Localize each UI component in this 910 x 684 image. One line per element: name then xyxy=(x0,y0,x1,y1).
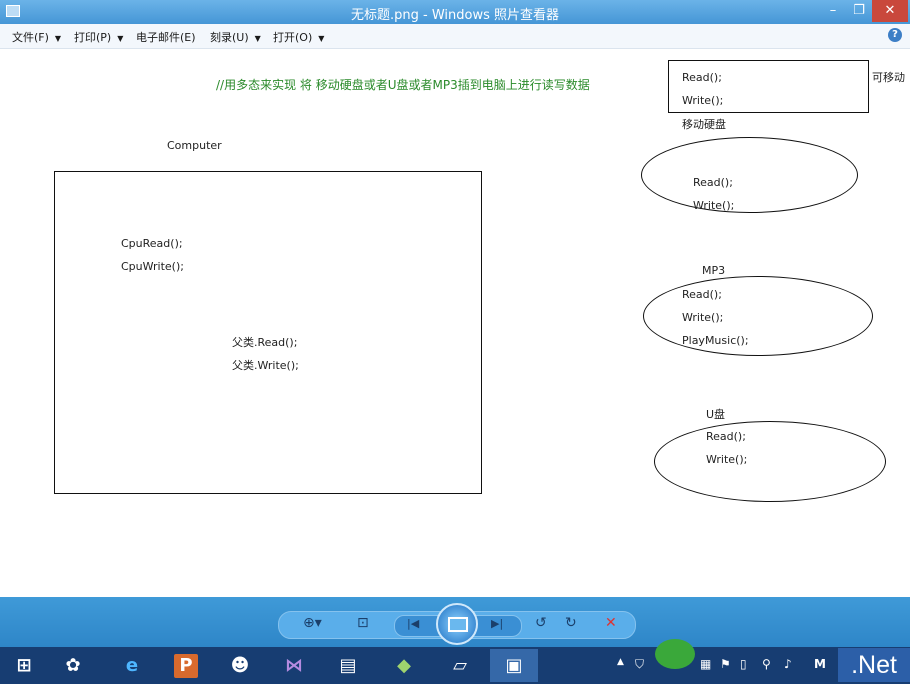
document-app-icon[interactable]: ▤ xyxy=(324,649,372,682)
chevron-down-icon: ▼ xyxy=(54,34,62,43)
menu-burn-label: 刻录(U) xyxy=(210,31,249,44)
menu-email-label: 电子邮件(E) xyxy=(136,31,196,44)
cursor-highlight-icon xyxy=(655,639,695,669)
pinwheel-app-icon[interactable]: ✿ xyxy=(49,649,97,682)
udisk-write-text: Write(); xyxy=(706,453,748,466)
previous-icon[interactable]: |◀ xyxy=(407,617,419,630)
base-write-text: Write(); xyxy=(682,94,724,107)
mp3-play-text: PlayMusic(); xyxy=(682,334,749,347)
menu-file[interactable]: 文件(F) ▼ xyxy=(12,29,61,45)
taskbar: ⊞ ✿ e P ☻ ⋈ ▤ ◆ ▱ ▣ ▲ ⛉ ▦ ⚑ ▯ ⚲ ♪ M .Net xyxy=(0,639,910,684)
udisk-ellipse xyxy=(654,421,886,502)
parent-write-text: 父类.Write(); xyxy=(232,359,299,372)
udisk-label: U盘 xyxy=(706,408,726,421)
menu-email[interactable]: 电子邮件(E) xyxy=(136,29,196,45)
title-bar: 无标题.png - Windows 照片查看器 – ❐ ✕ xyxy=(0,0,910,24)
internet-explorer-icon[interactable]: e xyxy=(108,649,156,682)
start-button[interactable]: ⊞ xyxy=(0,649,48,682)
actual-size-icon[interactable]: ⊡ xyxy=(357,615,369,631)
viewer-control-bar: ⊕▾ ⊡ |◀ ▶| ↺ ↻ ✕ xyxy=(0,597,910,647)
computer-label: Computer xyxy=(167,139,222,152)
chevron-down-icon: ▼ xyxy=(318,34,325,43)
window-title: 无标题.png - Windows 照片查看器 xyxy=(351,8,559,23)
delete-icon[interactable]: ✕ xyxy=(605,615,617,631)
disk-label: 移动硬盘 xyxy=(682,118,726,131)
mp3-ellipse xyxy=(643,276,873,356)
image-canvas: //用多态来实现 将 移动硬盘或者U盘或者MP3插到电脑上进行读写数据 Comp… xyxy=(0,49,910,597)
chevron-down-icon: ▼ xyxy=(117,34,124,43)
shield-icon[interactable]: ⛉ xyxy=(635,657,644,672)
menu-bar: 文件(F) ▼ 打印(P) ▼ 电子邮件(E) 刻录(U) ▼ 打开(O) ▼ ? xyxy=(0,24,910,49)
help-icon[interactable]: ? xyxy=(888,28,902,42)
rotate-clockwise-icon[interactable]: ↻ xyxy=(565,615,577,631)
volume-icon[interactable]: ♪ xyxy=(784,657,792,671)
cpu-read-text: CpuRead(); xyxy=(121,237,183,250)
flag-icon[interactable]: ⚑ xyxy=(720,657,731,671)
files-app-icon[interactable]: ▱ xyxy=(436,649,484,682)
slideshow-button[interactable] xyxy=(436,603,478,645)
slideshow-icon xyxy=(448,617,468,632)
disk-ellipse xyxy=(641,137,858,213)
udisk-read-text: Read(); xyxy=(706,430,746,443)
dotnet-logo: .Net xyxy=(838,648,910,682)
powerpoint-icon-tile: P xyxy=(174,654,198,678)
menu-print[interactable]: 打印(P) ▼ xyxy=(74,29,123,45)
tray-app-icon[interactable]: ▦ xyxy=(700,657,711,671)
disk-write-text: Write(); xyxy=(693,199,735,212)
menu-open-label: 打开(O) xyxy=(273,31,313,44)
parent-read-text: 父类.Read(); xyxy=(232,336,298,349)
menu-file-label: 文件(F) xyxy=(12,31,49,44)
base-class-label: 可移动 xyxy=(872,71,905,84)
mp3-label: MP3 xyxy=(702,264,726,277)
minimize-button[interactable]: – xyxy=(820,0,846,22)
menu-open[interactable]: 打开(O) ▼ xyxy=(273,29,324,45)
zoom-icon[interactable]: ⊕▾ xyxy=(303,615,322,631)
code-comment: //用多态来实现 将 移动硬盘或者U盘或者MP3插到电脑上进行读写数据 xyxy=(216,78,590,92)
cpu-write-text: CpuWrite(); xyxy=(121,260,184,273)
rotate-counterclockwise-icon[interactable]: ↺ xyxy=(535,615,547,631)
mp3-write-text: Write(); xyxy=(682,311,724,324)
power-icon[interactable]: ▯ xyxy=(740,657,747,671)
viewer-controls: ⊕▾ ⊡ |◀ ▶| ↺ ↻ ✕ xyxy=(278,603,636,645)
computer-box xyxy=(54,171,482,494)
powerpoint-icon[interactable]: P xyxy=(162,649,210,682)
users-app-icon[interactable]: ☻ xyxy=(216,649,264,682)
tray-expand-icon[interactable]: ▲ xyxy=(617,657,624,667)
maximize-button[interactable]: ❐ xyxy=(846,0,872,22)
photo-viewer-taskbar-icon[interactable]: ▣ xyxy=(490,649,538,682)
next-icon[interactable]: ▶| xyxy=(491,617,503,630)
close-button[interactable]: ✕ xyxy=(872,0,908,22)
mp3-read-text: Read(); xyxy=(682,288,722,301)
disk-read-text: Read(); xyxy=(693,176,733,189)
chevron-down-icon: ▼ xyxy=(254,34,261,43)
network-icon[interactable]: ⚲ xyxy=(762,657,771,671)
menu-print-label: 打印(P) xyxy=(74,31,112,44)
input-method-indicator[interactable]: M xyxy=(814,657,826,671)
menu-burn[interactable]: 刻录(U) ▼ xyxy=(210,29,261,45)
tool-app-icon[interactable]: ◆ xyxy=(380,649,428,682)
visual-studio-icon[interactable]: ⋈ xyxy=(270,649,318,682)
base-read-text: Read(); xyxy=(682,71,722,84)
